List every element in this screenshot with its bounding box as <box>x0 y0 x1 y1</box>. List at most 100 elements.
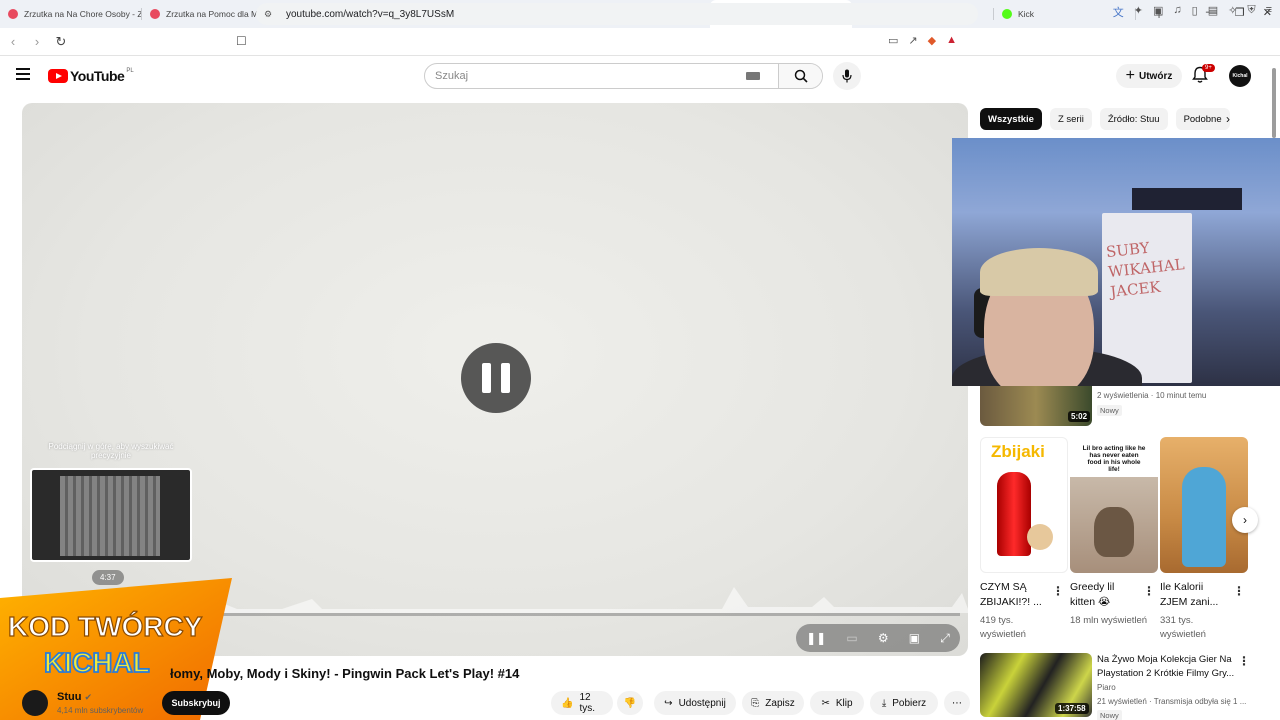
pause-button[interactable] <box>461 343 531 413</box>
url-field[interactable]: ⚙ youtube.com/watch?v=q_3y8L7USsM <box>256 3 978 25</box>
mic-icon <box>842 69 852 83</box>
save-label: Zapisz <box>765 697 795 709</box>
short-thumb-label: Zbijaki <box>991 442 1045 461</box>
video-player[interactable]: Podciągnij w górę, aby wyszukiwać precyz… <box>22 103 968 656</box>
notifications-button[interactable]: 9+ <box>1192 64 1215 86</box>
screenshot-icon[interactable]: ▣ <box>1153 4 1163 20</box>
bookmark-icon[interactable]: ☐ <box>236 34 247 48</box>
back-icon[interactable]: ‹ <box>2 34 24 49</box>
cam-hair <box>980 248 1098 296</box>
page-scrollbar[interactable] <box>1272 68 1276 138</box>
like-button[interactable]: 👍 12 tys. <box>551 691 613 715</box>
short-thumbnail[interactable] <box>1160 437 1248 573</box>
save-button[interactable]: ⎘ Zapisz <box>742 691 804 715</box>
browser-tab[interactable]: Zrzutka na Na Chore Osoby - Z <box>0 0 142 28</box>
music-icon[interactable]: ♫ <box>1173 4 1181 20</box>
scissors-icon: ✂ <box>821 697 830 709</box>
seek-preview-thumbnail <box>30 468 192 562</box>
shield-icon[interactable]: ◆ <box>928 34 936 47</box>
youtube-logo[interactable]: YouTube PL <box>48 68 134 84</box>
keyboard-icon[interactable] <box>746 72 760 80</box>
address-bar: ‹ › ↻ <box>0 28 1280 56</box>
rec2-menu-icon[interactable]: ⋮ <box>1238 654 1250 668</box>
short-menu-icon[interactable]: ⋮ <box>1233 584 1245 598</box>
create-button[interactable]: + Utwórz <box>1116 64 1182 88</box>
cam-shelf <box>1132 188 1242 210</box>
miniplayer-icon[interactable]: ▣ <box>909 631 920 645</box>
short-thumbnail[interactable]: Lil bro acting like he has never eaten f… <box>1070 437 1158 573</box>
country-code: PL <box>126 68 134 74</box>
short-title[interactable]: CZYM SĄ ZBIJAKI!?! ... <box>980 580 1048 610</box>
promo-line1: KOD TWÓRCY <box>8 611 203 642</box>
search-input[interactable]: Szukaj <box>425 70 746 82</box>
short-thumbnail[interactable]: Zbijaki <box>980 437 1068 573</box>
short-title[interactable]: Ile Kalorii ZJEM zani... <box>1160 580 1228 610</box>
ai-icon[interactable]: ✧ <box>1228 4 1237 20</box>
channel-name[interactable]: Stuu ✔ <box>57 691 92 703</box>
subtitles-icon[interactable]: ▭ <box>846 631 857 645</box>
fullscreen-icon[interactable]: ⤢ <box>940 631 950 646</box>
rec2-channel[interactable]: Piaro <box>1097 683 1116 692</box>
short-views: 331 tys. wyświetleń <box>1160 615 1206 640</box>
like-count: 12 tys. <box>579 692 596 714</box>
rec2-meta: 21 wyświetleń · Transmisja odbyła się 1 … <box>1097 697 1247 706</box>
notification-badge: 9+ <box>1202 64 1215 72</box>
share-icon[interactable]: ↗ <box>908 34 917 47</box>
seek-hint: Podciągnij w górę, aby wyszukiwać precyz… <box>48 442 174 460</box>
settings-icon[interactable]: ⚙ <box>878 631 889 645</box>
download-button[interactable]: ⤓ Pobierz <box>870 691 938 715</box>
vpn-icon[interactable]: ⛨ <box>1247 4 1255 20</box>
account-avatar[interactable]: Kichal <box>1229 65 1251 87</box>
short-thumb-label: Lil bro acting like he has never eaten f… <box>1082 445 1146 473</box>
chip-source[interactable]: Źródło: Stuu <box>1099 108 1168 130</box>
sidebar-icon[interactable]: ▯ <box>1192 4 1198 20</box>
translate-icon[interactable]: 文 <box>1113 4 1124 20</box>
channel-avatar[interactable] <box>22 690 48 716</box>
logo-text: YouTube <box>70 68 125 84</box>
search-button[interactable] <box>778 64 822 88</box>
tab-label: Zrzutka na Na Chore Osoby - Z <box>24 9 142 19</box>
tab-favicon-icon <box>150 9 160 19</box>
search-box: Szukaj <box>424 63 823 89</box>
youtube-play-icon <box>48 69 68 83</box>
cast-icon[interactable]: ▭ <box>888 34 898 47</box>
voice-search-button[interactable] <box>833 62 861 90</box>
clip-button[interactable]: ✂ Klip <box>810 691 864 715</box>
small-pause-icon[interactable]: ❚❚ <box>806 631 826 645</box>
chip-series[interactable]: Z serii <box>1049 108 1092 130</box>
chips-next-icon[interactable]: › <box>1226 112 1230 126</box>
bookmark-save-icon: ⎘ <box>751 697 760 709</box>
share-button[interactable]: ↪ Udostępnij <box>654 691 736 715</box>
rec2-title[interactable]: Na Żywo Moja Kolekcja Gier Na Playstatio… <box>1097 653 1237 681</box>
short-views: 419 tys. wyświetleń <box>980 615 1026 640</box>
short-title[interactable]: Greedy lil kitten 😭 <box>1070 580 1138 610</box>
site-info-icon[interactable]: ⚙ <box>264 9 278 20</box>
extensions-icon[interactable]: ✦ <box>1134 4 1143 20</box>
video-title: łomy, Moby, Mody i Skiny! - Pingwin Pack… <box>170 666 520 681</box>
shorts-next-button[interactable]: › <box>1232 507 1258 533</box>
thumbs-up-icon: 👍 <box>561 697 574 709</box>
chip-related[interactable]: Podobne <box>1175 108 1230 130</box>
dislike-button[interactable]: 👎 <box>617 691 643 715</box>
browser-toolbar: 文 ✦ ▣ ♫ ▯ ▤ ✧ ⛨ ≡ <box>1113 4 1272 20</box>
chip-all[interactable]: Wszystkie <box>980 108 1042 130</box>
short-menu-icon[interactable]: ⋮ <box>1052 584 1064 598</box>
wallet-icon[interactable]: ▤ <box>1208 4 1218 20</box>
kitten-image <box>1094 507 1134 557</box>
subscribe-button[interactable]: Subskrybuj <box>162 691 230 715</box>
menu-icon[interactable]: ≡ <box>1266 4 1272 20</box>
reload-icon[interactable]: ↻ <box>50 34 72 50</box>
forward-icon[interactable]: › <box>26 34 48 49</box>
tab-favicon-icon <box>8 9 18 19</box>
more-actions-button[interactable]: ⋯ <box>944 691 970 715</box>
guide-menu-icon[interactable] <box>16 68 30 80</box>
short-menu-icon[interactable]: ⋮ <box>1143 584 1155 598</box>
bullet-image <box>997 472 1031 556</box>
rec1-duration: 5:02 <box>1068 411 1091 422</box>
plus-icon: + <box>1125 67 1135 84</box>
filter-chips: Wszystkie Z serii Źródło: Stuu Podobne <box>980 108 1230 130</box>
rec2-new-badge: Nowy <box>1097 710 1122 720</box>
rewards-icon[interactable]: ▲ <box>946 34 957 47</box>
promo-line2: KICHAL <box>44 647 150 678</box>
tab-favicon-icon <box>1002 9 1012 19</box>
